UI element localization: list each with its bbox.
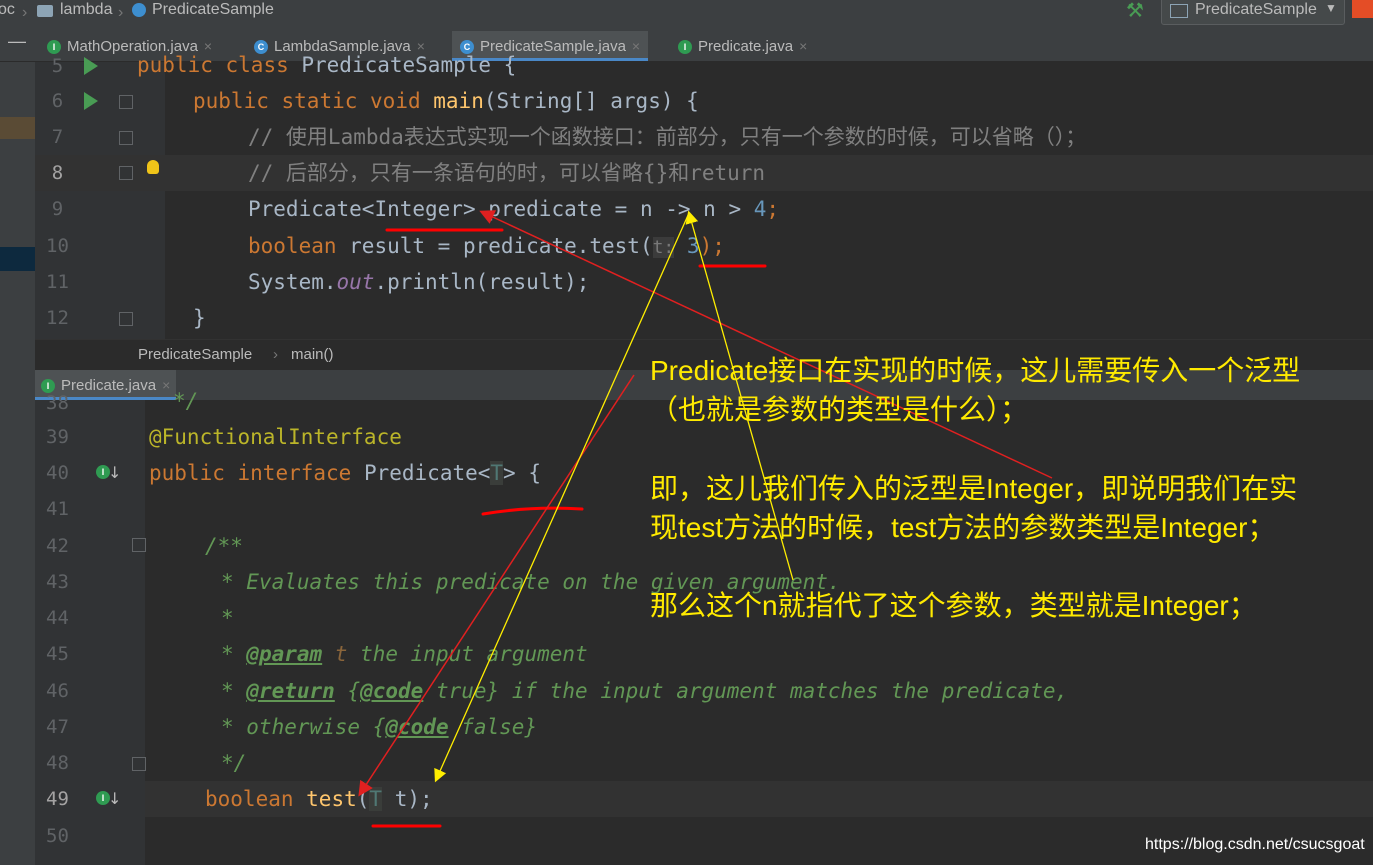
note-integer-line1: 即，这儿我们传入的泛型是Integer，即说明我们在实 [650, 473, 1298, 504]
red-arrow-to-integer [479, 210, 1053, 479]
red-arrow-to-param-type [358, 374, 635, 797]
note-generic-line2: （也就是参数的类型是什么）； [650, 394, 1029, 425]
note-n-param: 那么这个n就指代了这个参数，类型就是Integer； [650, 590, 1257, 621]
note-generic-line1: Predicate接口在实现的时候，这儿需要传入一个泛型 [650, 355, 1301, 386]
annotation-overlay [358, 210, 1053, 828]
watermark: https://blog.csdn.net/csucsgoat [1145, 836, 1365, 853]
underline-generic [481, 506, 584, 516]
note-integer-line2: 现test方法的时候，test方法的参数类型是Integer； [650, 512, 1276, 543]
